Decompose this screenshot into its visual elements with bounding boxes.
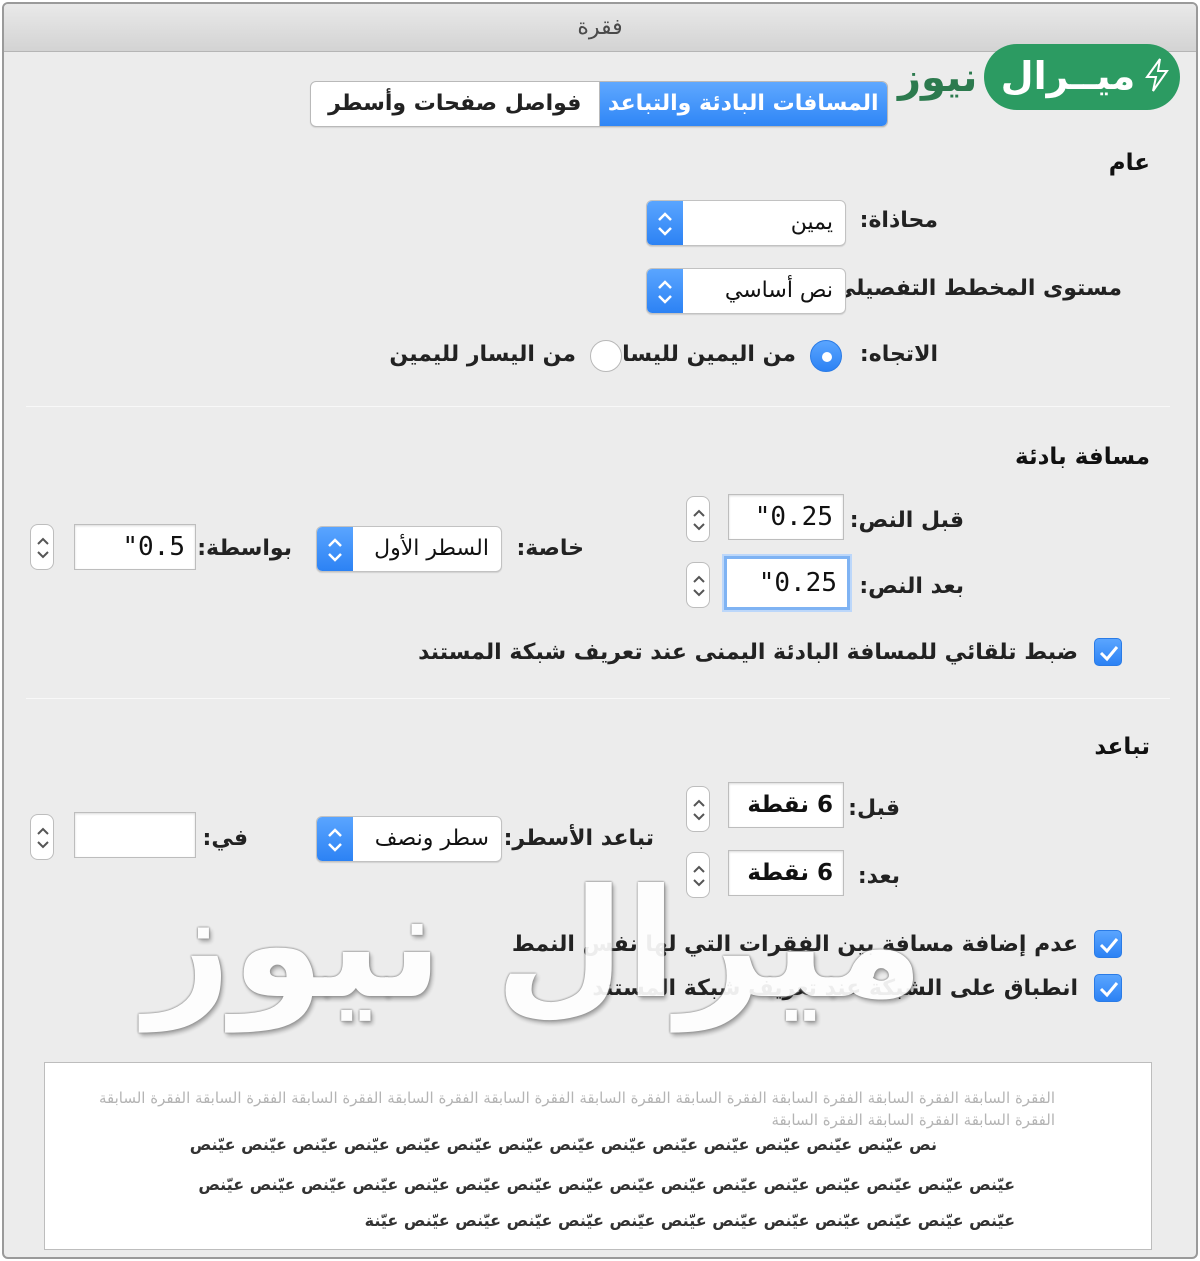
preview-previous-line: الفقرة السابقة الفقرة السابقة الفقرة الس… [771,1111,1055,1129]
lightning-icon [1145,58,1169,92]
divider [26,406,1170,407]
checkmark-icon [1099,646,1119,662]
spacing-before-field[interactable]: 6 نقطة [728,782,844,828]
radio-rtl[interactable] [810,340,842,372]
by-field[interactable]: "0.5 [74,524,196,570]
at-stepper[interactable] [30,814,54,860]
radio-ltr[interactable] [590,340,622,372]
line-spacing-select[interactable]: سطر ونصف [316,816,502,862]
paragraph-dialog: فقرة نيوز ميــرال فواصل صفحات وأسطر المس… [2,2,1198,1259]
preview-sample-line: عيّنص عيّنص عيّنص عيّنص عيّنص عيّنص عيّن… [198,1175,1015,1194]
divider [26,698,1170,699]
before-text-stepper[interactable] [686,496,710,542]
section-spacing-title: تباعد [1094,734,1150,760]
auto-adjust-label: ضبط تلقائي للمسافة البادئة اليمنى عند تع… [418,640,1078,665]
checkmark-icon [1099,982,1119,998]
snap-to-grid-checkbox[interactable] [1094,974,1122,1002]
at-field[interactable] [74,812,196,858]
line-spacing-label: تباعد الأسطر: [503,826,654,851]
after-text-label: بعد النص: [859,574,964,599]
special-label: خاصة: [516,536,584,561]
before-text-label: قبل النص: [849,508,964,533]
alignment-value: يمين [790,210,833,235]
updown-chevron-icon [317,527,353,571]
radio-ltr-label: من اليسار لليمين [389,342,576,367]
after-text-field[interactable]: "0.25 [724,556,850,610]
outline-level-value: نص أساسي [724,278,833,303]
brand-logo: نيوز ميــرال [894,40,1192,116]
spacing-before-label: قبل: [848,796,900,821]
special-select[interactable]: السطر الأول [316,526,502,572]
outline-level-select[interactable]: نص أساسي [646,268,846,314]
preview-sample-line: نص عيّنص عيّنص عيّنص عيّنص عيّنص عيّنص ع… [189,1135,937,1154]
preview-previous-line: الفقرة السابقة الفقرة السابقة الفقرة الس… [98,1089,1055,1107]
special-value: السطر الأول [374,536,489,561]
outline-level-label: مستوى المخطط التفصيلي: [825,276,1122,301]
logo-word: نيوز [898,55,978,101]
alignment-select[interactable]: يمين [646,200,846,246]
checkmark-icon [1099,938,1119,954]
by-stepper[interactable] [30,524,54,570]
updown-chevron-icon [317,817,353,861]
updown-chevron-icon [647,269,683,313]
preview-sample-line: عيّنص عيّنص عيّنص عيّنص عيّنص عيّنص عيّن… [364,1211,1015,1230]
alignment-label: محاذاة: [859,208,938,233]
updown-chevron-icon [647,201,683,245]
after-text-stepper[interactable] [686,562,710,608]
watermark: ميرال نيوز [144,858,924,1032]
tab-page-breaks[interactable]: فواصل صفحات وأسطر [311,82,599,126]
tab-indents-spacing[interactable]: المسافات البادئة والتباعد [598,82,887,126]
section-general-title: عام [1108,150,1150,176]
spacing-before-stepper[interactable] [686,786,710,832]
auto-adjust-checkbox[interactable] [1094,638,1122,666]
direction-label: الاتجاه: [859,342,938,367]
logo-pill-text: ميــرال [1000,54,1136,98]
tab-bar: فواصل صفحات وأسطر المسافات البادئة والتب… [310,81,888,127]
section-indentation-title: مسافة بادئة [1015,444,1150,470]
radio-rtl-label: من اليمين لليسار [609,342,796,367]
line-spacing-value: سطر ونصف [374,826,489,851]
preview-box: الفقرة السابقة الفقرة السابقة الفقرة الس… [44,1062,1152,1250]
by-label: بواسطة: [197,536,292,561]
at-label: في: [202,826,248,851]
dont-add-space-checkbox[interactable] [1094,930,1122,958]
before-text-field[interactable]: "0.25 [728,494,844,540]
